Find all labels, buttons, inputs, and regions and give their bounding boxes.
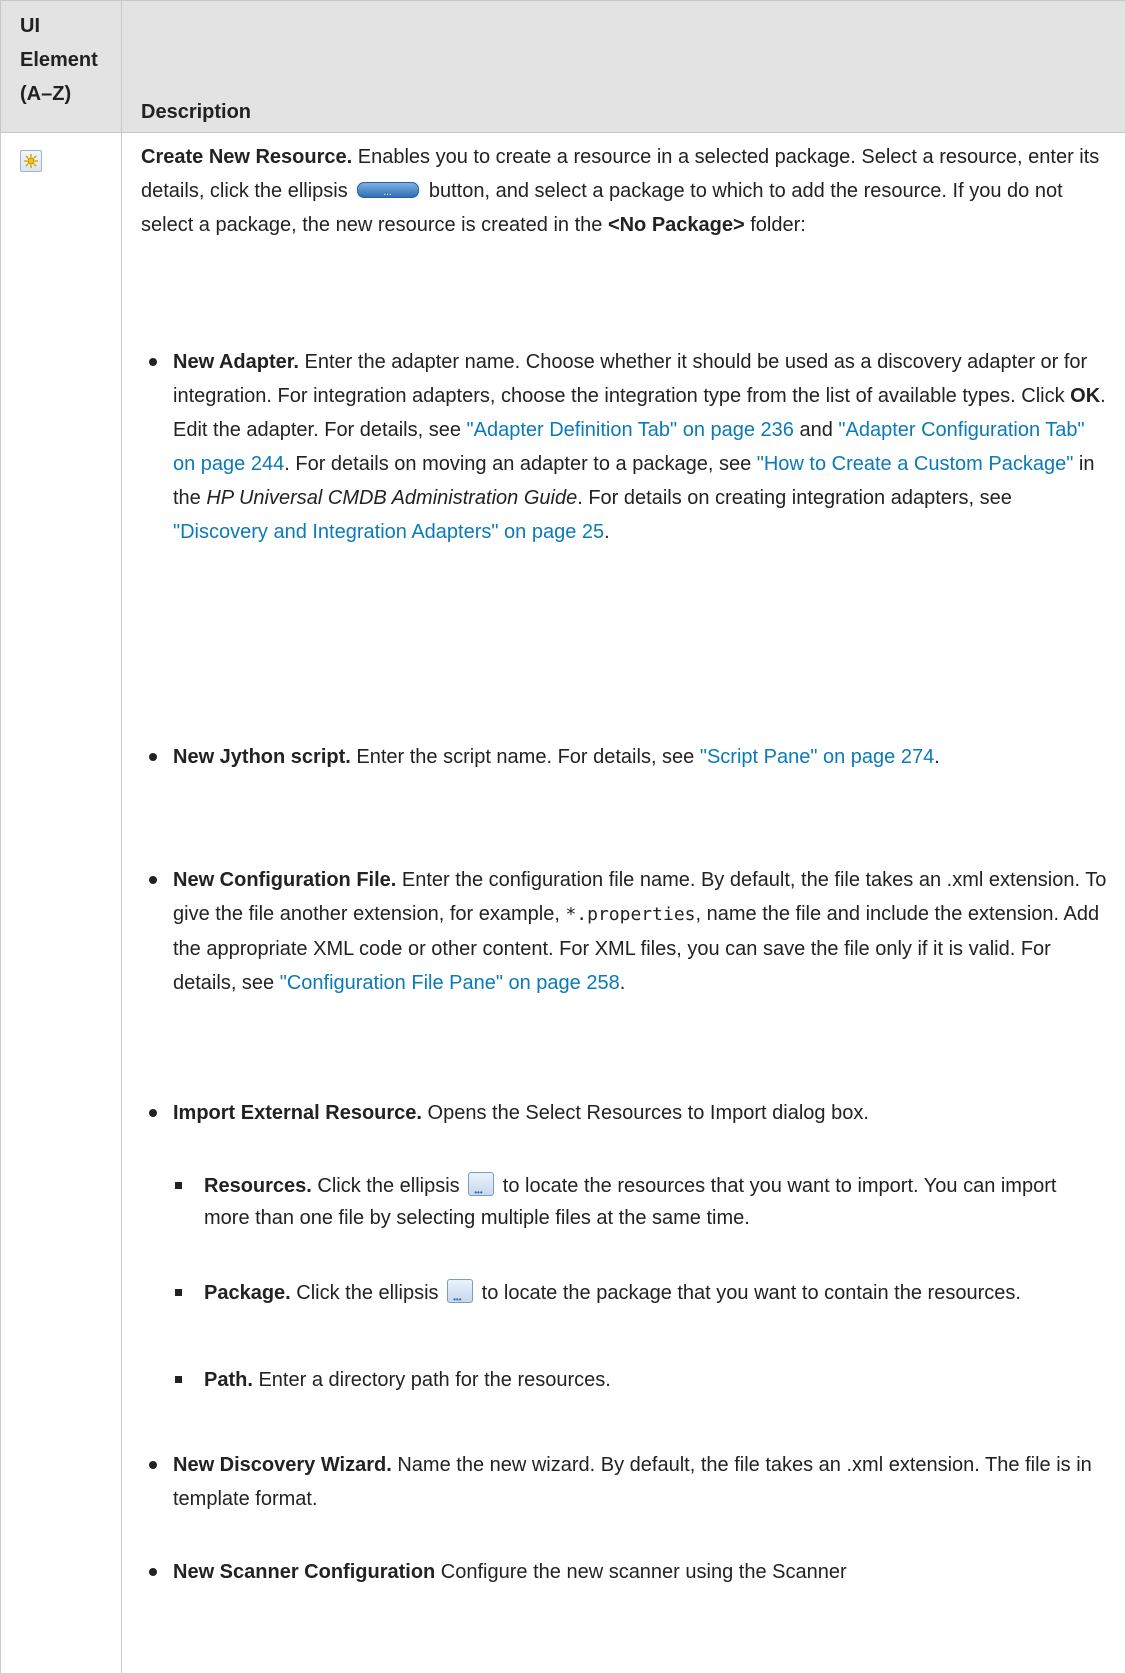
new-configuration-file-title: New Configuration File. — [173, 869, 397, 891]
import-external-resource-title: Import External Resource. — [173, 1102, 422, 1124]
package-text: to locate the package that you want to c… — [476, 1282, 1021, 1304]
resources-title: Resources. — [204, 1175, 312, 1197]
list-item-new-discovery-wizard: New Discovery Wizard. Name the new wizar… — [173, 1448, 1108, 1516]
bullet-icon — [149, 753, 157, 761]
sub-item-path: Path. Enter a directory path for the res… — [204, 1364, 1107, 1396]
new-scanner-configuration-text: Configure the new scanner using the Scan… — [435, 1561, 847, 1583]
bullet-icon — [149, 358, 157, 366]
square-bullet-icon — [175, 1376, 182, 1383]
list-item-new-configuration-file: New Configuration File. Enter the config… — [173, 863, 1108, 1000]
link-configuration-file-pane[interactable]: "Configuration File Pane" on page 258 — [280, 972, 620, 994]
ui-element-table: UI Element (A–Z) Description Create New … — [0, 0, 1125, 1673]
create-new-resource-description: Create New Resource. Enables you to crea… — [141, 140, 1106, 242]
bullet-icon — [149, 876, 157, 884]
header-ui-element: UI Element (A–Z) — [20, 9, 98, 111]
bullet-icon — [149, 1109, 157, 1117]
left-border — [0, 0, 1, 1673]
new-adapter-text: . — [604, 521, 610, 543]
list-item-new-jython-script: New Jython script. Enter the script name… — [173, 740, 1108, 774]
link-discovery-integration-adapters[interactable]: "Discovery and Integration Adapters" on … — [173, 521, 604, 543]
new-discovery-wizard-title: New Discovery Wizard. — [173, 1454, 392, 1476]
list-item-new-adapter: New Adapter. Enter the adapter name. Cho… — [173, 345, 1108, 549]
header-description: Description — [141, 101, 252, 123]
new-jython-script-text: Enter the script name. For details, see — [350, 746, 700, 768]
square-bullet-icon — [175, 1182, 182, 1189]
ellipsis-icon[interactable] — [447, 1278, 474, 1316]
link-adapter-definition-tab[interactable]: "Adapter Definition Tab" on page 236 — [467, 419, 794, 441]
new-jython-script-title: New Jython script. — [173, 746, 351, 768]
new-jython-script-text: . — [934, 746, 940, 768]
square-bullet-icon — [175, 1289, 182, 1296]
link-script-pane[interactable]: "Script Pane" on page 274 — [700, 746, 934, 768]
sub-item-package: Package. Click the ellipsis to locate th… — [204, 1277, 1107, 1316]
header-az-line: (A–Z) — [20, 83, 72, 105]
path-title: Path. — [204, 1369, 253, 1391]
new-configuration-file-text: . — [619, 972, 626, 994]
header-ui-line: UI — [20, 15, 40, 37]
link-create-custom-package[interactable]: "How to Create a Custom Package" — [757, 453, 1074, 475]
new-adapter-text: . For details on moving an adapter to a … — [284, 453, 757, 475]
sub-item-resources: Resources. Click the ellipsis to locate … — [204, 1170, 1107, 1234]
table-header: UI Element (A–Z) Description — [0, 0, 1125, 133]
no-package-folder: <No Package> — [607, 214, 745, 236]
ellipsis-icon[interactable] — [468, 1171, 495, 1209]
list-item-import-external-resource: Import External Resource. Opens the Sele… — [173, 1096, 1108, 1130]
intro-text-3: folder: — [744, 214, 806, 236]
new-adapter-text: and — [793, 419, 839, 441]
new-adapter-text: Enter the adapter name. Choose whether i… — [173, 351, 1088, 407]
create-new-resource-title: Create New Resource. — [141, 146, 353, 168]
import-external-resource-text: Opens the Select Resources to Import dia… — [421, 1102, 869, 1124]
bullet-icon — [149, 1568, 157, 1576]
resources-text: Click the ellipsis — [311, 1175, 466, 1197]
new-scanner-configuration-title: New Scanner Configuration — [173, 1561, 436, 1583]
header-element-line: Element — [20, 49, 98, 71]
package-text: Click the ellipsis — [290, 1282, 445, 1304]
ok-label: OK — [1070, 385, 1101, 407]
list-item-new-scanner-configuration: New Scanner Configuration Configure the … — [173, 1555, 1108, 1589]
guide-title: HP Universal CMDB Administration Guide — [206, 487, 578, 509]
bullet-icon — [149, 1461, 157, 1469]
new-adapter-text: . For details on creating integration ad… — [577, 487, 1012, 509]
ellipsis-button-icon — [357, 176, 420, 210]
column-divider — [121, 0, 122, 1673]
new-adapter-title: New Adapter. — [173, 351, 299, 373]
package-title: Package. — [204, 1282, 291, 1304]
properties-code: *.properties — [565, 904, 696, 925]
path-text: Enter a directory path for the resources… — [252, 1369, 611, 1391]
create-new-resource-icon[interactable] — [20, 150, 42, 172]
